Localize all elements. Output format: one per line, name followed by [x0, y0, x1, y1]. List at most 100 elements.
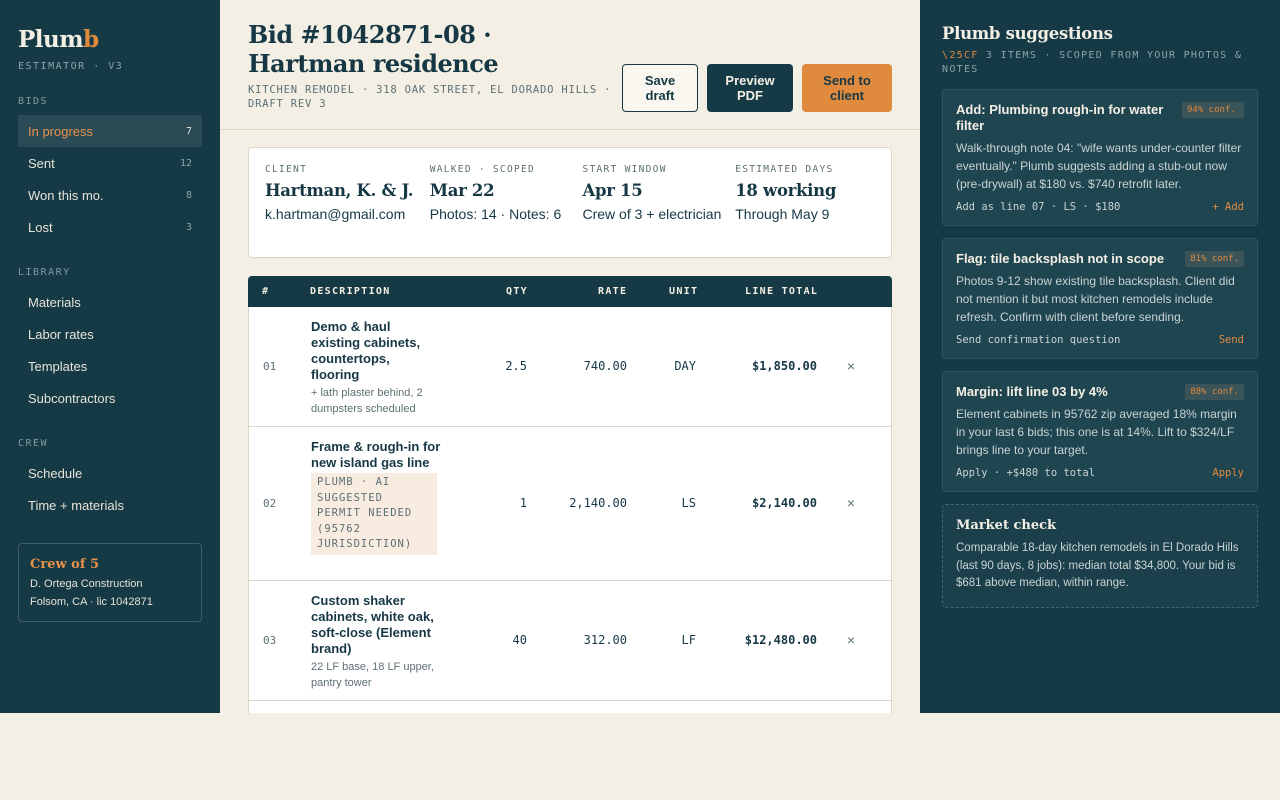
col-line-total[interactable]: LINE TOTAL [745, 286, 818, 297]
suggestions-panel: Plumb suggestions \25CF 3 ITEMS · SCOPED… [920, 0, 1280, 713]
col-num: # [262, 286, 270, 297]
market-check-card: Market check Comparable 18-day kitchen r… [942, 504, 1258, 608]
days-value: 18 working [735, 181, 837, 200]
client-name: Hartman, K. & J. [265, 181, 414, 200]
remove-row-icon[interactable]: × [847, 632, 855, 648]
main-content: Bid #1042871-08 · Hartman residence KITC… [220, 0, 920, 713]
header-actions: Save draft Preview PDF Send to client [622, 64, 892, 112]
sidebar-item-lost[interactable]: Lost 3 [18, 211, 202, 243]
sidebar-item-label: Time + materials [28, 497, 124, 513]
row-rate[interactable]: 312.00 [584, 633, 627, 647]
line-items-table: # DESCRIPTION QTY RATE UNIT LINE TOTAL 0… [248, 276, 892, 713]
row-unit[interactable]: DAY [674, 359, 696, 373]
col-description: DESCRIPTION [310, 286, 391, 297]
row-number: 01 [263, 360, 277, 373]
nav-section-crew: CREW [18, 438, 49, 449]
preview-pdf-button[interactable]: Preview PDF [707, 64, 793, 112]
sidebar-item-label: Sent [28, 155, 55, 171]
page-title: Bid #1042871-08 · Hartman residence [248, 20, 499, 78]
sidebar-item-sent[interactable]: Sent 12 [18, 147, 202, 179]
confidence-badge: 81% conf. [1185, 251, 1244, 267]
add-suggestion-button[interactable]: + Add [1212, 201, 1244, 213]
table-row-partial[interactable] [248, 701, 892, 713]
row-description-main: Frame & rough-in for new island gas line [311, 439, 441, 470]
row-unit[interactable]: LS [682, 496, 696, 510]
table-row[interactable]: 02 Frame & rough-in for new island gas l… [248, 427, 892, 581]
sidebar-item-count: 7 [185, 125, 192, 137]
suggestion-card: Flag: tile backsplash not in scope 81% c… [942, 238, 1258, 359]
row-description[interactable]: Demo & haul existing cabinets, counterto… [311, 319, 441, 417]
sidebar-item-label: Lost [28, 219, 53, 235]
table-row[interactable]: 03 Custom shaker cabinets, white oak, so… [248, 581, 892, 701]
crew-company: D. Ortega Construction [30, 578, 143, 590]
row-description[interactable]: Custom shaker cabinets, white oak, soft-… [311, 593, 441, 691]
suggestion-title: Flag: tile backsplash not in scope [956, 251, 1165, 266]
confidence-badge: 94% conf. [1182, 102, 1244, 118]
row-rate[interactable]: 2,140.00 [569, 496, 627, 510]
sidebar-item-label: Templates [28, 358, 88, 374]
crew-location: Folsom, CA · lic 1042871 [30, 596, 153, 608]
walked-date: Mar 22 [429, 181, 495, 200]
sidebar-item-schedule[interactable]: Schedule [18, 457, 202, 489]
suggestion-body: Walk-through note 04: "wife wants under-… [956, 141, 1242, 191]
page-header: Bid #1042871-08 · Hartman residence KITC… [220, 0, 920, 130]
col-unit[interactable]: UNIT [669, 286, 698, 297]
row-description-main: Demo & haul existing cabinets, counterto… [311, 319, 421, 382]
suggestions-subtitle-text: 3 ITEMS · SCOPED FROM YOUR PHOTOS & NOTE… [942, 50, 1243, 75]
sidebar-item-in-progress[interactable]: In progress 7 [18, 115, 202, 147]
sidebar-item-subcontractors[interactable]: Subcontractors [18, 382, 202, 414]
row-unit[interactable]: LF [682, 633, 696, 647]
suggestion-title: Margin: lift line 03 by 4% [956, 384, 1108, 399]
suggestion-card: Add: Plumbing rough-in for water filter … [942, 89, 1258, 226]
row-qty[interactable]: 1 [520, 496, 527, 510]
crew-card-title: Crew of 5 [30, 557, 100, 572]
sidebar-item-won[interactable]: Won this mo. 8 [18, 179, 202, 211]
sidebar-item-labor-rates[interactable]: Labor rates [18, 318, 202, 350]
logo-accent: b [83, 26, 99, 53]
sidebar-item-time-materials[interactable]: Time + materials [18, 489, 202, 521]
start-date: Apr 15 [582, 181, 643, 200]
start-crew: Crew of 3 + electrician [582, 206, 722, 222]
walked-counts: Photos: 14 · Notes: 6 [429, 206, 562, 222]
client-email[interactable]: k.hartman@gmail.com [265, 204, 430, 224]
suggestion-footnote: Send confirmation question [956, 334, 1121, 346]
row-rate[interactable]: 740.00 [584, 359, 627, 373]
suggestion-title: Add: Plumbing rough-in for water filter [956, 102, 1164, 133]
market-check-body: Comparable 18-day kitchen remodels in El… [956, 542, 1239, 589]
row-line-total: $12,480.00 [744, 633, 817, 647]
sidebar-item-templates[interactable]: Templates [18, 350, 202, 382]
ai-suggested-tag: PLUMB · AI SUGGESTED PERMIT NEEDED (9576… [311, 473, 437, 555]
table-row[interactable]: 01 Demo & haul existing cabinets, counte… [248, 307, 892, 427]
suggestion-card: Margin: lift line 03 by 4% 88% conf. Ele… [942, 371, 1258, 492]
remove-row-icon[interactable]: × [847, 358, 855, 374]
days-label: ESTIMATED DAYS [735, 164, 834, 175]
nav-section-library: LIBRARY [18, 267, 71, 278]
sidebar: Plumb ESTIMATOR · V3 BIDS In progress 7 … [0, 0, 220, 713]
save-draft-button[interactable]: Save draft [622, 64, 698, 112]
row-qty[interactable]: 2.5 [505, 359, 527, 373]
row-line-total: $1,850.00 [751, 359, 817, 373]
row-line-total: $2,140.00 [751, 496, 817, 510]
suggestions-title: Plumb suggestions [942, 24, 1113, 43]
sidebar-item-label: Materials [28, 294, 81, 310]
confidence-badge: 88% conf. [1185, 384, 1244, 400]
send-to-client-button[interactable]: Send to client [802, 64, 892, 112]
col-qty[interactable]: QTY [506, 286, 528, 297]
apply-margin-button[interactable]: Apply [1212, 467, 1244, 479]
suggestion-footnote: Add as line 07 · LS · $180 [956, 201, 1121, 213]
row-description-main: Custom shaker cabinets, white oak, soft-… [311, 593, 434, 656]
send-question-button[interactable]: Send [1219, 334, 1244, 346]
logo-subtitle: ESTIMATOR · V3 [18, 61, 124, 72]
bid-info-card: CLIENT Hartman, K. & J. k.hartman@gmail.… [248, 147, 892, 258]
walked-info: WALKED · SCOPED Mar 22 Photos: 14 · Note… [430, 164, 583, 241]
suggestion-body: Photos 9-12 show existing tile backsplas… [956, 274, 1235, 324]
crew-card: Crew of 5 D. Ortega Construction Folsom,… [18, 543, 202, 622]
col-rate[interactable]: RATE [598, 286, 627, 297]
row-qty[interactable]: 40 [513, 633, 527, 647]
sidebar-item-materials[interactable]: Materials [18, 286, 202, 318]
table-header: # DESCRIPTION QTY RATE UNIT LINE TOTAL [248, 276, 892, 307]
remove-row-icon[interactable]: × [847, 495, 855, 511]
row-description[interactable]: Frame & rough-in for new island gas line… [311, 439, 441, 555]
sidebar-item-label: Schedule [28, 465, 83, 481]
sidebar-item-count: 8 [185, 189, 192, 201]
